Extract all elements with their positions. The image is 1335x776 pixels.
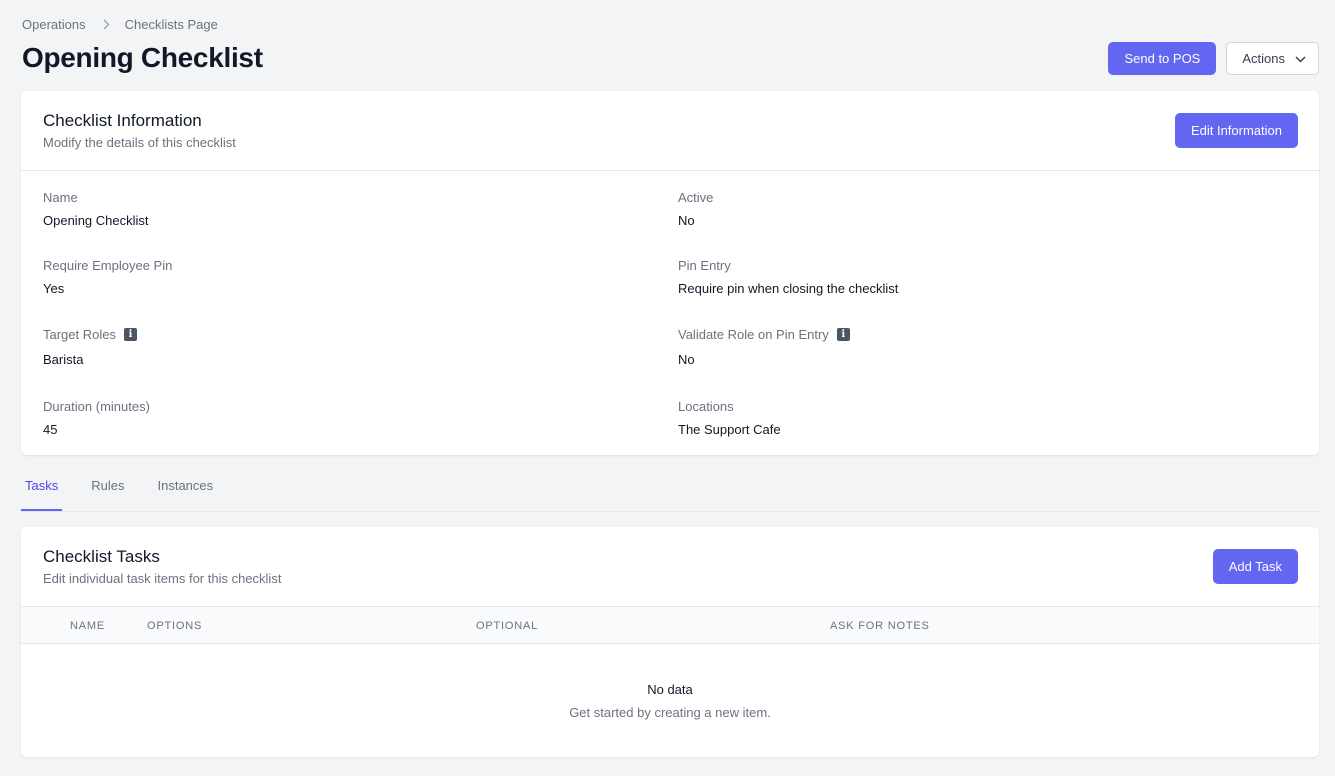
header-actions: Send to POS Actions [1108,42,1319,75]
tab-rules[interactable]: Rules [87,470,128,511]
edit-information-button[interactable]: Edit Information [1174,113,1298,148]
add-task-button[interactable]: Add Task [1212,549,1298,584]
field-value: The Support Cafe [678,422,781,437]
field-label: Pin Entry [678,258,731,273]
tabs: Tasks Rules Instances [21,470,1319,512]
field-active: Active No [678,190,713,228]
table-header: NAME OPTIONS OPTIONAL ASK FOR NOTES [21,607,1319,644]
field-validate-role: Validate Role on Pin Entry i No [678,327,850,367]
empty-state-title: No data [647,682,693,697]
checklist-tasks-card: Checklist Tasks Edit individual task ite… [21,527,1319,757]
chevron-down-icon [1295,51,1306,66]
breadcrumb-item-operations[interactable]: Operations [22,17,86,32]
card-header: Checklist Information Modify the details… [21,91,1319,171]
card-title: Checklist Information [43,111,202,130]
actions-dropdown-button[interactable]: Actions [1226,42,1319,75]
column-header-ask-for-notes: ASK FOR NOTES [830,620,930,632]
field-label: Locations [678,399,734,414]
field-value: Opening Checklist [43,213,149,228]
column-header-name: NAME [70,620,105,632]
card-header: Checklist Tasks Edit individual task ite… [21,527,1319,607]
tab-instances[interactable]: Instances [153,470,217,511]
checklist-information-card: Checklist Information Modify the details… [21,91,1319,455]
chevron-right-icon [103,19,110,30]
field-value: Barista [43,352,84,367]
breadcrumb: Operations Checklists Page [22,17,218,32]
field-label: Duration (minutes) [43,399,150,414]
field-require-employee-pin: Require Employee Pin Yes [43,258,172,296]
info-icon[interactable]: i [836,328,850,341]
field-label: Require Employee Pin [43,258,173,273]
breadcrumb-item-checklists-page[interactable]: Checklists Page [125,17,218,32]
column-header-options: OPTIONS [147,620,203,632]
empty-state-subtitle: Get started by creating a new item. [569,705,771,720]
field-label: Active [678,190,714,205]
field-name: Name Opening Checklist [43,190,149,228]
field-pin-entry: Pin Entry Require pin when closing the c… [678,258,898,296]
field-target-roles: Target Roles i Barista [43,327,137,367]
field-value: No [678,213,695,228]
field-label: Name [43,190,78,205]
field-label: Target Roles i [43,327,137,342]
card-title: Checklist Tasks [43,547,160,566]
page-title: Opening Checklist [22,42,263,73]
card-subtitle: Edit individual task items for this chec… [43,571,282,586]
field-value: Yes [43,281,65,296]
field-value: No [678,352,695,367]
info-icon[interactable]: i [123,328,137,341]
field-value: Require pin when closing the checklist [678,281,899,296]
empty-state: No data Get started by creating a new it… [21,682,1319,720]
field-value: 45 [43,422,58,437]
send-to-pos-button[interactable]: Send to POS [1108,42,1217,75]
field-locations: Locations The Support Cafe [678,399,781,437]
tab-tasks[interactable]: Tasks [21,470,63,511]
card-subtitle: Modify the details of this checklist [43,135,236,150]
field-duration: Duration (minutes) 45 [43,399,150,437]
field-label: Validate Role on Pin Entry i [678,327,850,342]
column-header-optional: OPTIONAL [476,620,539,632]
actions-label: Actions [1242,51,1285,66]
